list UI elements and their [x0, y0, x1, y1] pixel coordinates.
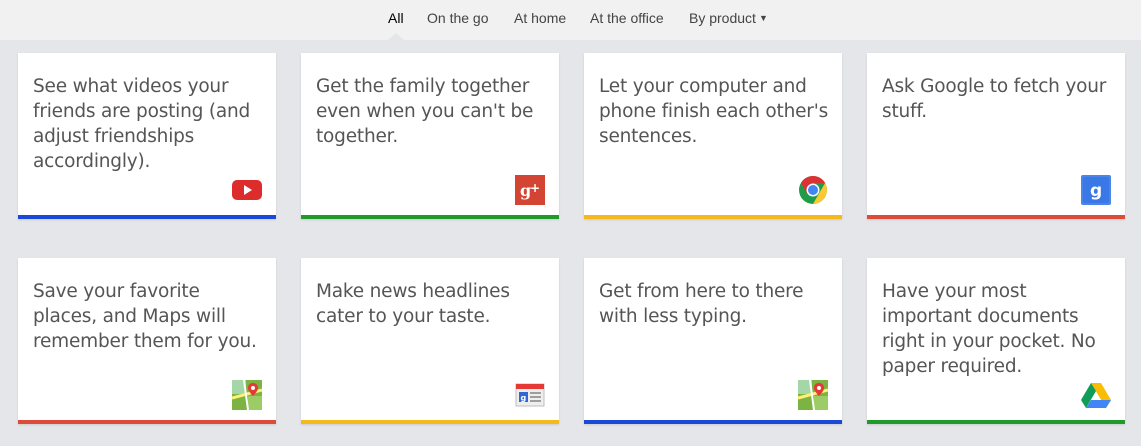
google-drive-icon — [1081, 383, 1111, 408]
card-accent-bar — [301, 215, 559, 219]
card-text: Have your most important documents right… — [882, 281, 1096, 377]
svg-text:+: + — [530, 181, 540, 195]
card-accent-bar — [584, 420, 842, 424]
tab-at-home[interactable]: At home — [514, 10, 566, 26]
svg-text:g: g — [521, 394, 527, 403]
top-nav: All On the go At home At the office By p… — [0, 0, 1141, 40]
card-text: Save your favorite places, and Maps will… — [33, 281, 257, 352]
card-text: See what videos your friends are posting… — [33, 76, 251, 172]
feature-card-places[interactable]: Save your favorite places, and Maps will… — [18, 258, 276, 424]
active-tab-indicator — [388, 33, 404, 40]
card-text: Let your computer and phone finish each … — [599, 76, 829, 147]
google-maps-icon — [798, 380, 828, 410]
google-maps-icon — [232, 380, 262, 410]
youtube-icon — [232, 180, 262, 200]
card-accent-bar — [18, 420, 276, 424]
card-text: Ask Google to fetch your stuff. — [882, 76, 1107, 122]
tab-on-the-go[interactable]: On the go — [427, 10, 489, 26]
feature-card-sync[interactable]: Let your computer and phone finish each … — [584, 53, 842, 219]
tab-by-product[interactable]: By product ▼ — [689, 10, 768, 26]
card-accent-bar — [584, 215, 842, 219]
card-text: Get from here to there with less typing. — [599, 281, 804, 327]
card-accent-bar — [867, 420, 1125, 424]
feature-card-fetch[interactable]: Ask Google to fetch your stuff. g — [867, 53, 1125, 219]
google-plus-icon: g + — [515, 175, 545, 205]
feature-card-documents[interactable]: Have your most important documents right… — [867, 258, 1125, 424]
chrome-icon — [799, 176, 827, 204]
tab-by-product-label: By product — [689, 10, 756, 26]
feature-card-news[interactable]: Make news headlines cater to your taste.… — [301, 258, 559, 424]
card-accent-bar — [867, 215, 1125, 219]
card-accent-bar — [18, 215, 276, 219]
card-text: Make news headlines cater to your taste. — [316, 281, 510, 327]
feature-card-videos[interactable]: See what videos your friends are posting… — [18, 53, 276, 219]
feature-card-directions[interactable]: Get from here to there with less typing. — [584, 258, 842, 424]
google-news-icon: g — [515, 383, 545, 407]
chevron-down-icon: ▼ — [758, 13, 768, 23]
feature-card-family[interactable]: Get the family together even when you ca… — [301, 53, 559, 219]
google-search-icon: g — [1081, 175, 1111, 205]
card-text: Get the family together even when you ca… — [316, 76, 534, 147]
svg-text:g: g — [1090, 181, 1102, 201]
tab-at-the-office[interactable]: At the office — [590, 10, 664, 26]
tab-all[interactable]: All — [388, 10, 404, 26]
card-accent-bar — [301, 420, 559, 424]
